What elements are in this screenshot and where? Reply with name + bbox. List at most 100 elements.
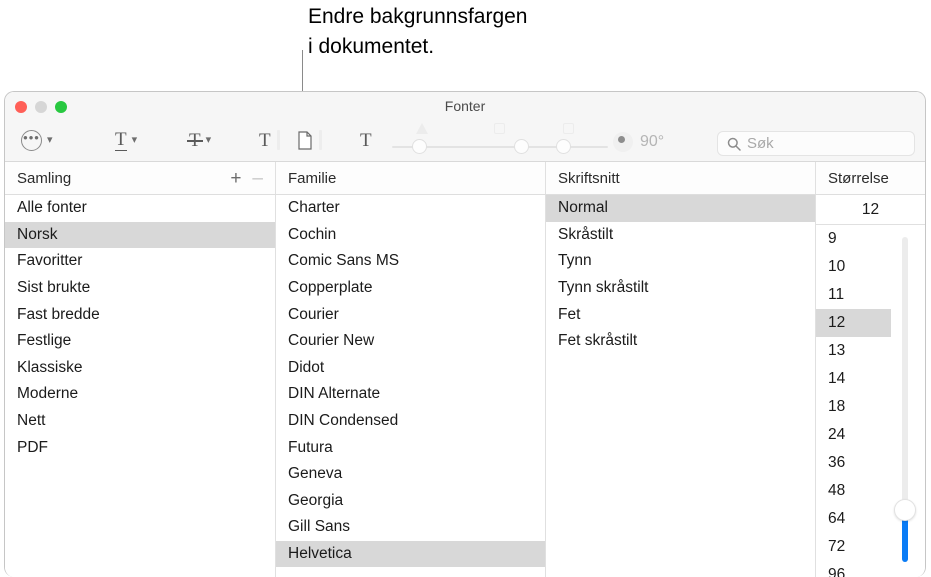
list-item[interactable]: Courier New <box>276 328 545 355</box>
column-header-collection-label: Samling <box>17 169 72 187</box>
list-item[interactable]: Klassiske <box>5 355 275 382</box>
list-item[interactable]: 36 <box>816 449 925 477</box>
background-color-button[interactable] <box>298 125 322 155</box>
callout-annotation: Endre bakgrunnsfargen i dokumentet. <box>308 2 728 62</box>
text-color-swatch <box>276 130 280 150</box>
column-header-size: Størrelse <box>815 162 925 194</box>
list-item[interactable]: Cochin <box>276 222 545 249</box>
list-item[interactable]: Favoritter <box>5 248 275 275</box>
collection-actions: + – <box>230 169 263 188</box>
slider-knob[interactable] <box>514 139 529 154</box>
angle-value: 90° <box>640 133 665 150</box>
shadow-icon: T <box>360 129 372 151</box>
ellipsis-circle-icon: ••• <box>21 129 42 151</box>
typeface-list: Normal Skråstilt Tynn Tynn skråstilt Fet… <box>545 195 815 577</box>
collection-list: Alle fonter Norsk Favoritter Sist brukte… <box>5 195 275 577</box>
list-item[interactable]: Tynn skråstilt <box>546 275 815 302</box>
list-item[interactable]: Didot <box>276 355 545 382</box>
list-item[interactable]: Festlige <box>5 328 275 355</box>
chevron-down-icon: ▾ <box>47 133 53 146</box>
list-item[interactable]: 18 <box>816 393 925 421</box>
window-titlebar: Fonter ••• ▾ T ▾ T ▾ T T 90° Søk <box>5 92 925 162</box>
shadow-offset-slider[interactable] <box>534 123 608 157</box>
font-panel-body: Alle fonter Norsk Favoritter Sist brukte… <box>5 195 925 577</box>
triangle-icon <box>416 123 429 135</box>
list-item[interactable]: Fet <box>546 301 815 328</box>
size-slider-knob[interactable] <box>894 499 916 521</box>
list-item[interactable]: 12 <box>816 309 891 337</box>
list-item[interactable]: 13 <box>816 337 925 365</box>
column-header-typeface-label: Skriftsnitt <box>558 169 620 187</box>
list-item[interactable]: 10 <box>816 253 925 281</box>
add-collection-button[interactable]: + <box>230 169 241 188</box>
list-item[interactable]: 14 <box>816 365 925 393</box>
shadow-blur-slider[interactable] <box>463 123 537 157</box>
list-item[interactable]: Moderne <box>5 381 275 408</box>
strikethrough-icon: T <box>187 129 203 151</box>
chevron-down-icon: ▾ <box>131 133 138 146</box>
column-headers: Samling + – Familie Skriftsnitt Størrels… <box>5 162 925 195</box>
slider-knob[interactable] <box>556 139 571 154</box>
list-item[interactable]: Alle fonter <box>5 195 275 222</box>
list-item[interactable]: Charter <box>276 195 545 222</box>
strikethrough-button[interactable]: T ▾ <box>187 125 212 155</box>
list-item[interactable]: Courier <box>276 301 545 328</box>
search-placeholder: Søk <box>747 135 774 152</box>
slider-knob[interactable] <box>412 139 427 154</box>
angle-dial-icon[interactable] <box>613 132 633 152</box>
list-item[interactable]: 24 <box>816 421 925 449</box>
background-color-swatch <box>319 130 322 150</box>
list-item[interactable]: Gill Sans <box>276 514 545 541</box>
list-item[interactable]: Futura <box>276 434 545 461</box>
column-header-collection: Samling + – <box>5 162 275 194</box>
underline-button[interactable]: T ▾ <box>115 125 137 155</box>
size-list: 9 10 11 12 13 14 18 24 36 48 64 72 96 <box>816 225 925 577</box>
family-list: Charter Cochin Comic Sans MS Copperplate… <box>275 195 545 577</box>
remove-collection-button[interactable]: – <box>252 169 263 188</box>
window-title: Fonter <box>444 98 486 114</box>
callout-line-2: i dokumentet. <box>308 35 435 58</box>
list-item[interactable]: DIN Condensed <box>276 408 545 435</box>
list-item[interactable]: 11 <box>816 281 925 309</box>
column-header-family-label: Familie <box>288 169 337 187</box>
list-item[interactable]: Tynn <box>546 248 815 275</box>
list-item[interactable]: Sist brukte <box>5 275 275 302</box>
column-header-size-label: Størrelse <box>828 169 889 187</box>
list-item[interactable]: Normal <box>546 195 815 222</box>
shadow-button[interactable]: T <box>360 125 372 155</box>
square-icon <box>494 123 507 135</box>
list-item[interactable]: Norsk <box>5 221 275 249</box>
size-input[interactable]: 12 <box>816 195 925 225</box>
action-menu-button[interactable]: ••• ▾ <box>21 125 53 155</box>
list-item[interactable]: Geneva <box>276 461 545 488</box>
fonts-window: Fonter ••• ▾ T ▾ T ▾ T T 90° Søk Samling… <box>4 91 926 577</box>
column-header-typeface: Skriftsnitt <box>545 162 815 194</box>
list-item[interactable]: Georgia <box>276 488 545 515</box>
shadow-angle-control[interactable]: 90° <box>613 132 664 152</box>
list-item[interactable]: 96 <box>816 561 925 577</box>
document-icon <box>298 130 312 150</box>
list-item[interactable]: Comic Sans MS <box>276 248 545 275</box>
action-menu-label: ••• <box>23 129 40 145</box>
underline-icon: T <box>115 128 127 151</box>
callout-line-1: Endre bakgrunnsfargen <box>308 5 528 28</box>
chevron-down-icon: ▾ <box>205 133 212 146</box>
search-field[interactable]: Søk <box>717 131 915 156</box>
text-color-icon: T <box>259 129 271 151</box>
slider-track <box>392 146 466 148</box>
toolbar: ••• ▾ T ▾ T ▾ T T 90° Søk <box>5 118 925 162</box>
list-item[interactable]: 72 <box>816 533 925 561</box>
list-item[interactable]: Copperplate <box>276 275 545 302</box>
list-item[interactable]: Skråstilt <box>546 222 815 249</box>
list-item[interactable]: Helvetica <box>276 540 545 568</box>
shadow-opacity-slider[interactable] <box>392 123 466 157</box>
list-item[interactable]: Nett <box>5 408 275 435</box>
list-item[interactable]: Fast bredde <box>5 301 275 328</box>
list-item[interactable]: DIN Alternate <box>276 381 545 408</box>
list-item[interactable]: 9 <box>816 225 925 253</box>
text-color-button[interactable]: T <box>259 125 280 155</box>
size-slider[interactable] <box>894 237 916 562</box>
list-item[interactable]: PDF <box>5 434 275 461</box>
list-item[interactable]: Fet skråstilt <box>546 328 815 355</box>
column-header-family: Familie <box>275 162 545 194</box>
